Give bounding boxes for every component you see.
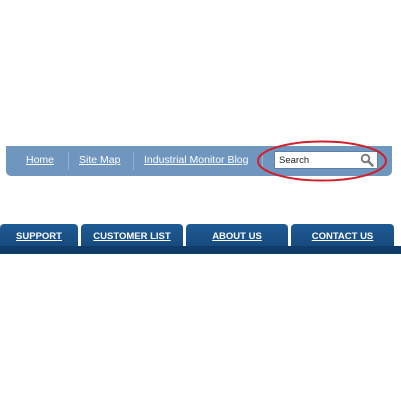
search-icon[interactable] <box>360 153 374 167</box>
page: Home Site Map Industrial Monitor Blog SU… <box>0 0 401 400</box>
tab-customer-list[interactable]: CUSTOMER LIST <box>81 224 183 248</box>
site-map-link[interactable]: Site Map <box>79 154 120 166</box>
search-box <box>274 151 378 169</box>
tab-support[interactable]: SUPPORT <box>0 224 78 248</box>
nav-divider <box>262 152 263 170</box>
tab-about-us[interactable]: ABOUT US <box>186 224 288 248</box>
tab-contact-us[interactable]: CONTACT US <box>291 224 394 248</box>
nav-underline-strip <box>0 246 401 254</box>
utility-nav-bar: Home Site Map Industrial Monitor Blog <box>6 146 392 176</box>
main-nav-bar: SUPPORT CUSTOMER LIST ABOUT US CONTACT U… <box>0 224 401 254</box>
nav-divider <box>68 152 69 170</box>
home-link[interactable]: Home <box>26 154 54 166</box>
nav-divider <box>133 152 134 170</box>
search-input[interactable] <box>275 152 357 168</box>
industrial-monitor-blog-link[interactable]: Industrial Monitor Blog <box>144 154 248 166</box>
